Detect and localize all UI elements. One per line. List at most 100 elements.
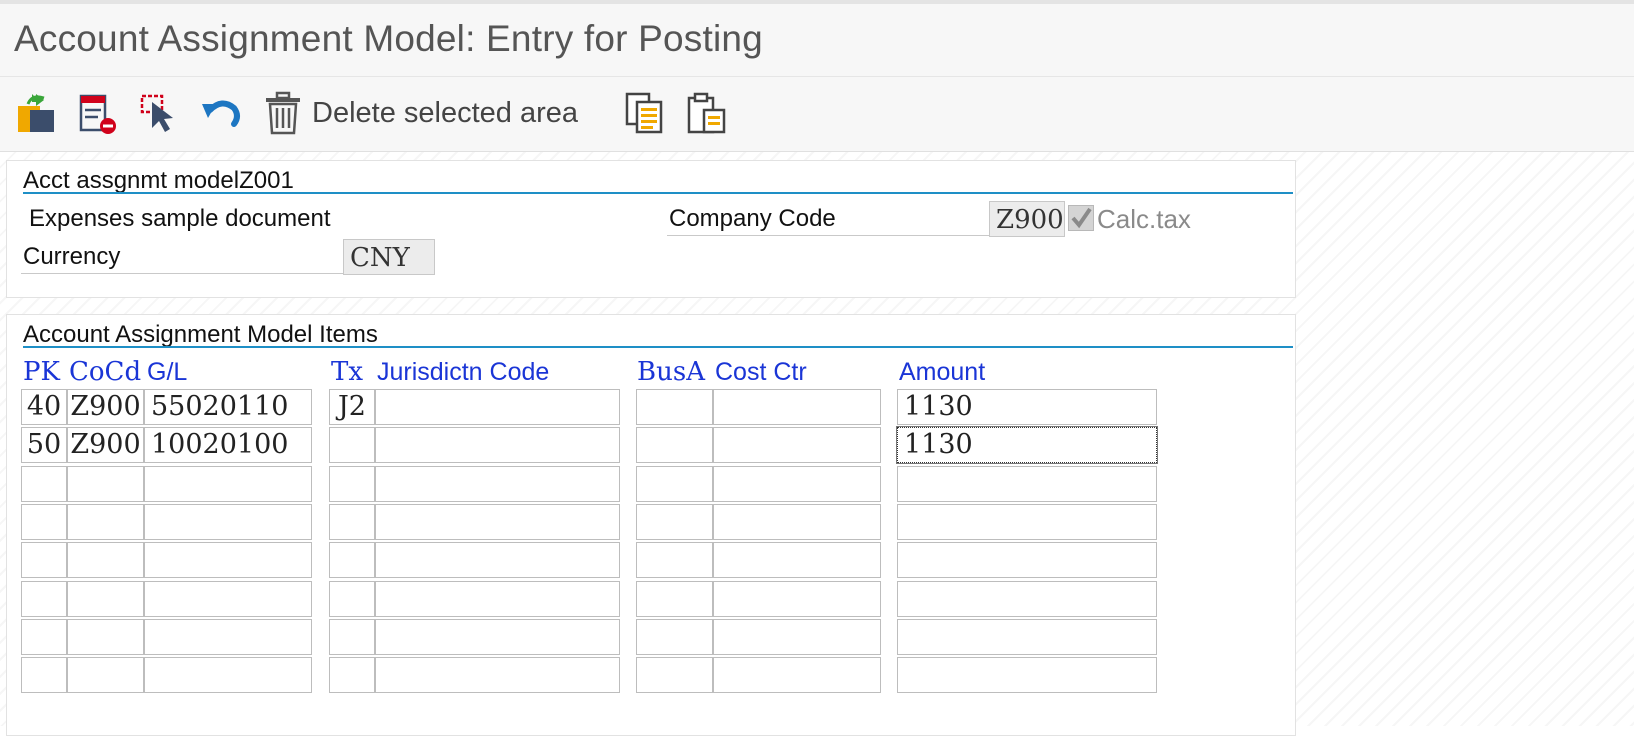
- cell-cocd[interactable]: [67, 504, 144, 540]
- cell-amount[interactable]: [897, 581, 1157, 617]
- currency-label: Currency: [23, 243, 121, 270]
- column-header-cost-ctr[interactable]: Cost Ctr: [715, 358, 807, 387]
- cell-tx[interactable]: [329, 466, 375, 502]
- cell-tx[interactable]: J2: [329, 389, 375, 425]
- cell-tx[interactable]: [329, 542, 375, 578]
- cell-tx[interactable]: [329, 581, 375, 617]
- cell-amount[interactable]: [897, 504, 1157, 540]
- cell-amount[interactable]: 1130: [896, 426, 1158, 464]
- calc-tax-checkbox[interactable]: [1068, 205, 1094, 231]
- cell-tx[interactable]: [329, 504, 375, 540]
- cell-tx[interactable]: [329, 619, 375, 655]
- calc-tax-label: Calc.tax: [1097, 204, 1191, 234]
- cell-amount[interactable]: [897, 657, 1157, 693]
- select-pointer-icon: [138, 90, 184, 136]
- undo-icon: [198, 90, 244, 136]
- cell-pk[interactable]: [21, 619, 67, 655]
- cell-cocd[interactable]: [67, 657, 144, 693]
- column-header-amount[interactable]: Amount: [899, 358, 985, 387]
- undo-button[interactable]: [198, 89, 244, 137]
- cell-pk[interactable]: 40: [21, 389, 67, 425]
- cell-cocd[interactable]: Z900: [67, 389, 144, 425]
- cell-gl[interactable]: 55020110: [144, 389, 312, 425]
- column-header-gl[interactable]: G/L: [147, 358, 187, 387]
- cell-tx[interactable]: [329, 657, 375, 693]
- copy-document-icon: [622, 90, 668, 136]
- description-text: Expenses sample document: [29, 205, 331, 232]
- company-code-label: Company Code: [669, 205, 836, 232]
- copy-paste-button[interactable]: [14, 89, 60, 137]
- items-rule: [23, 346, 1293, 348]
- paste-clipboard-icon: [684, 90, 730, 136]
- cell-cocd[interactable]: [67, 542, 144, 578]
- cell-cost-ctr[interactable]: [713, 427, 881, 463]
- cell-pk[interactable]: 50: [21, 427, 67, 463]
- cell-busa[interactable]: [636, 427, 713, 463]
- title-bar: Account Assignment Model: Entry for Post…: [0, 4, 1634, 77]
- cell-cost-ctr[interactable]: [713, 619, 881, 655]
- cell-jurisdiction[interactable]: [375, 581, 620, 617]
- items-panel: Account Assignment Model Items PK CoCd G…: [6, 314, 1296, 736]
- cell-amount[interactable]: 1130: [897, 389, 1157, 425]
- column-header-tx[interactable]: Tx: [331, 357, 363, 387]
- cell-cocd[interactable]: [67, 619, 144, 655]
- cell-busa[interactable]: [636, 619, 713, 655]
- cell-cost-ctr[interactable]: [713, 581, 881, 617]
- cell-cocd[interactable]: Z900: [67, 427, 144, 463]
- cell-pk[interactable]: [21, 542, 67, 578]
- cell-pk[interactable]: [21, 504, 67, 540]
- cell-cost-ctr[interactable]: [713, 389, 881, 425]
- column-header-cocd[interactable]: CoCd: [69, 357, 141, 387]
- delete-selected-area-label: Delete selected area: [312, 96, 578, 129]
- cell-cocd[interactable]: [67, 581, 144, 617]
- cell-jurisdiction[interactable]: [375, 466, 620, 502]
- column-header-busa[interactable]: BusA: [637, 357, 705, 387]
- cell-pk[interactable]: [21, 466, 67, 502]
- application-toolbar: Delete selected area: [0, 77, 1634, 152]
- delete-row-button[interactable]: [76, 89, 122, 137]
- model-title: Acct assgnmt modelZ001: [23, 167, 294, 194]
- cell-busa[interactable]: [636, 581, 713, 617]
- cell-tx[interactable]: [329, 427, 375, 463]
- cell-jurisdiction[interactable]: [375, 504, 620, 540]
- cell-busa[interactable]: [636, 466, 713, 502]
- cell-cocd[interactable]: [67, 466, 144, 502]
- cell-amount[interactable]: [897, 619, 1157, 655]
- select-block-button[interactable]: [138, 89, 184, 137]
- cell-gl[interactable]: [144, 581, 312, 617]
- items-title: Account Assignment Model Items: [23, 321, 378, 348]
- company-code-field[interactable]: Z900: [989, 201, 1065, 237]
- cell-busa[interactable]: [636, 657, 713, 693]
- cell-gl[interactable]: [144, 657, 312, 693]
- cell-pk[interactable]: [21, 657, 67, 693]
- cell-jurisdiction[interactable]: [375, 427, 620, 463]
- cell-cost-ctr[interactable]: [713, 466, 881, 502]
- cell-jurisdiction[interactable]: [375, 542, 620, 578]
- cell-jurisdiction[interactable]: [375, 657, 620, 693]
- cell-cost-ctr[interactable]: [713, 504, 881, 540]
- cell-cost-ctr[interactable]: [713, 542, 881, 578]
- cell-pk[interactable]: [21, 581, 67, 617]
- company-code-underline: [667, 235, 989, 236]
- cell-jurisdiction[interactable]: [375, 389, 620, 425]
- cell-busa[interactable]: [636, 389, 713, 425]
- cell-gl[interactable]: [144, 619, 312, 655]
- cell-amount[interactable]: [897, 542, 1157, 578]
- cell-gl[interactable]: [144, 466, 312, 502]
- cell-gl[interactable]: 10020100: [144, 427, 312, 463]
- cell-gl[interactable]: [144, 504, 312, 540]
- cell-cost-ctr[interactable]: [713, 657, 881, 693]
- checkmark-icon: [1069, 206, 1093, 230]
- currency-underline: [21, 273, 343, 274]
- paste-button[interactable]: [684, 89, 730, 137]
- cell-busa[interactable]: [636, 504, 713, 540]
- cell-busa[interactable]: [636, 542, 713, 578]
- copy-button[interactable]: [622, 89, 668, 137]
- column-header-pk[interactable]: PK: [23, 357, 60, 387]
- delete-selected-area-button[interactable]: Delete selected area: [262, 89, 578, 137]
- column-header-jurisdiction[interactable]: Jurisdictn Code: [377, 358, 549, 387]
- cell-amount[interactable]: [897, 466, 1157, 502]
- currency-field[interactable]: CNY: [343, 239, 435, 275]
- cell-gl[interactable]: [144, 542, 312, 578]
- cell-jurisdiction[interactable]: [375, 619, 620, 655]
